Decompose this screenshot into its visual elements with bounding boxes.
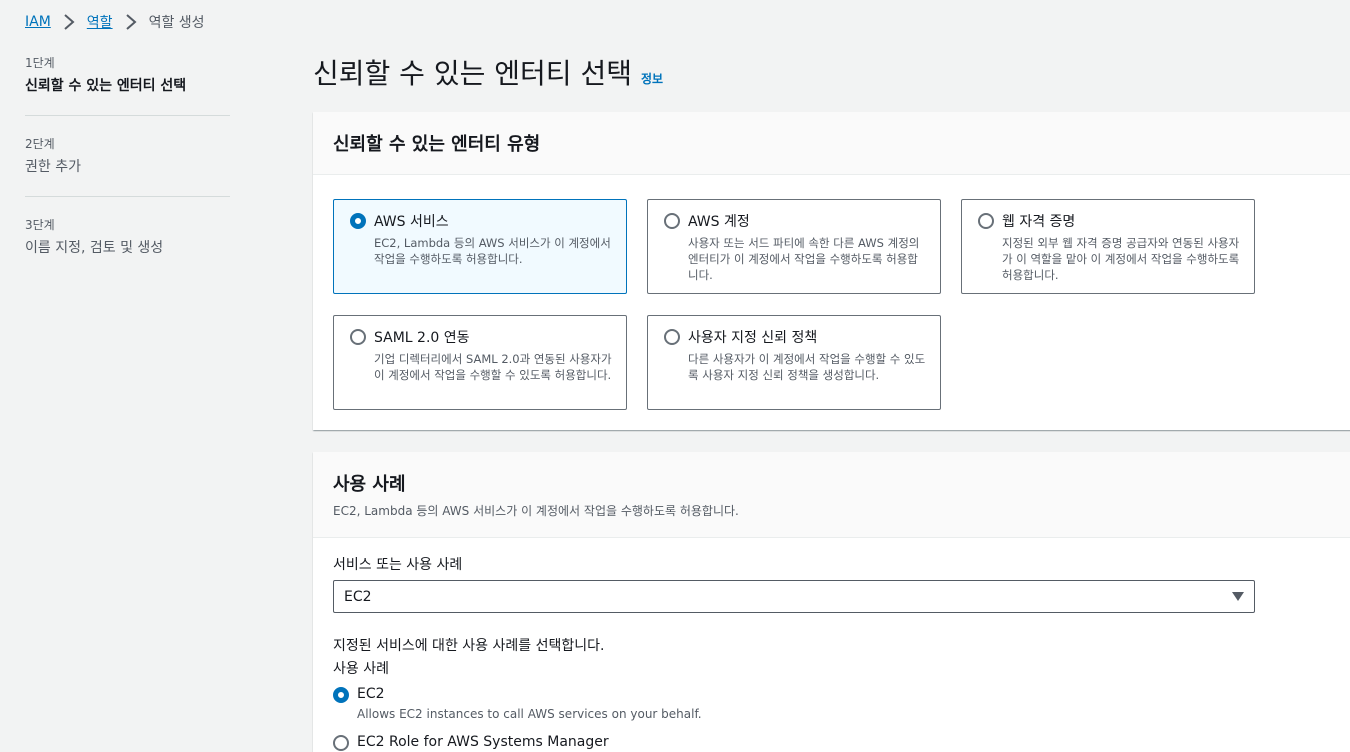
chevron-right-icon [58,12,80,32]
option-description: 기업 디렉터리에서 SAML 2.0과 연동된 사용자가 이 계정에서 작업을 … [374,352,612,382]
option-description: 지정된 외부 웹 자격 증명 공급자와 연동된 사용자가 이 역할을 맡아 이 … [1002,236,1240,282]
option-description: 다른 사용자가 이 계정에서 작업을 수행할 수 있도록 사용자 지정 신뢰 정… [688,352,926,382]
wizard-step-2: 2단계 권한 추가 [25,136,230,197]
option-description: EC2, Lambda 등의 AWS 서비스가 이 계정에서 작업을 수행하도록… [374,236,611,266]
step-number: 3단계 [25,218,55,232]
breadcrumb-current: 역할 생성 [148,15,205,31]
page-title: 신뢰할 수 있는 엔터티 선택 [313,57,632,90]
radio-button[interactable] [978,213,994,229]
entity-option-custom-trust-policy[interactable]: 사용자 지정 신뢰 정책 다른 사용자가 이 계정에서 작업을 수행할 수 있도… [647,315,941,410]
radio-button[interactable] [333,687,349,703]
radio-button[interactable] [664,213,680,229]
step-title: 권한 추가 [25,159,81,175]
breadcrumb-roles-link[interactable]: 역할 [87,12,113,32]
info-link[interactable]: 정보 [641,70,663,87]
option-label: 사용자 지정 신뢰 정책 [688,330,818,346]
panel-header: 신뢰할 수 있는 엔터티 유형 [313,112,1350,175]
breadcrumb: IAM 역할 역할 생성 [25,12,205,32]
option-label: SAML 2.0 연동 [374,330,470,346]
usecase-option-ec2[interactable]: EC2 Allows EC2 instances to call AWS ser… [333,684,702,723]
usecase-option-ec2-ssm[interactable]: EC2 Role for AWS Systems Manager [333,732,609,752]
choose-usecase-text: 지정된 서비스에 대한 사용 사례를 선택합니다. [333,638,605,654]
chevron-right-icon [120,12,142,32]
panel-title: 신뢰할 수 있는 엔터티 유형 [333,134,541,155]
radio-button[interactable] [333,735,349,751]
use-case-panel: 사용 사례 EC2, Lambda 등의 AWS 서비스가 이 계정에서 작업을… [313,452,1350,752]
trusted-entity-panel: 신뢰할 수 있는 엔터티 유형 AWS 서비스 EC2, Lambda 등의 A… [313,112,1350,430]
service-field-label: 서비스 또는 사용 사례 [333,557,463,573]
option-description: 사용자 또는 서드 파티에 속한 다른 AWS 계정의 엔터티가 이 계정에서 … [688,236,920,282]
usecase-description: Allows EC2 instances to call AWS service… [357,707,702,721]
panel-description: EC2, Lambda 등의 AWS 서비스가 이 계정에서 작업을 수행하도록… [333,504,739,518]
page-header: 신뢰할 수 있는 엔터티 선택 정보 [313,52,663,92]
panel-header: 사용 사례 EC2, Lambda 등의 AWS 서비스가 이 계정에서 작업을… [313,452,1350,538]
entity-option-saml[interactable]: SAML 2.0 연동 기업 디렉터리에서 SAML 2.0과 연동된 사용자가… [333,315,627,410]
option-label: AWS 계정 [688,214,750,230]
wizard-step-3: 3단계 이름 지정, 검토 및 생성 [25,217,230,277]
service-select[interactable]: EC2 [333,580,1255,613]
radio-button[interactable] [350,213,366,229]
wizard-steps: 1단계 신뢰할 수 있는 엔터티 선택 2단계 권한 추가 3단계 이름 지정,… [25,55,230,297]
radio-button[interactable] [350,329,366,345]
step-number: 1단계 [25,56,55,70]
usecase-label: EC2 [357,686,385,702]
panel-title: 사용 사례 [333,474,406,495]
entity-option-web-identity[interactable]: 웹 자격 증명 지정된 외부 웹 자격 증명 공급자와 연동된 사용자가 이 역… [961,199,1255,294]
select-value: EC2 [344,588,372,605]
breadcrumb-iam-link[interactable]: IAM [25,14,51,30]
step-title: 이름 지정, 검토 및 생성 [25,240,164,256]
entity-option-aws-service[interactable]: AWS 서비스 EC2, Lambda 등의 AWS 서비스가 이 계정에서 작… [333,199,627,294]
usecase-group-label: 사용 사례 [333,661,389,677]
wizard-step-1: 1단계 신뢰할 수 있는 엔터티 선택 [25,55,230,116]
radio-button[interactable] [664,329,680,345]
entity-option-aws-account[interactable]: AWS 계정 사용자 또는 서드 파티에 속한 다른 AWS 계정의 엔터티가 … [647,199,941,294]
usecase-label: EC2 Role for AWS Systems Manager [357,734,609,750]
option-label: 웹 자격 증명 [1002,214,1076,230]
step-number: 2단계 [25,137,55,151]
step-title: 신뢰할 수 있는 엔터티 선택 [25,78,187,94]
caret-down-icon [1232,592,1244,601]
option-label: AWS 서비스 [374,214,449,230]
